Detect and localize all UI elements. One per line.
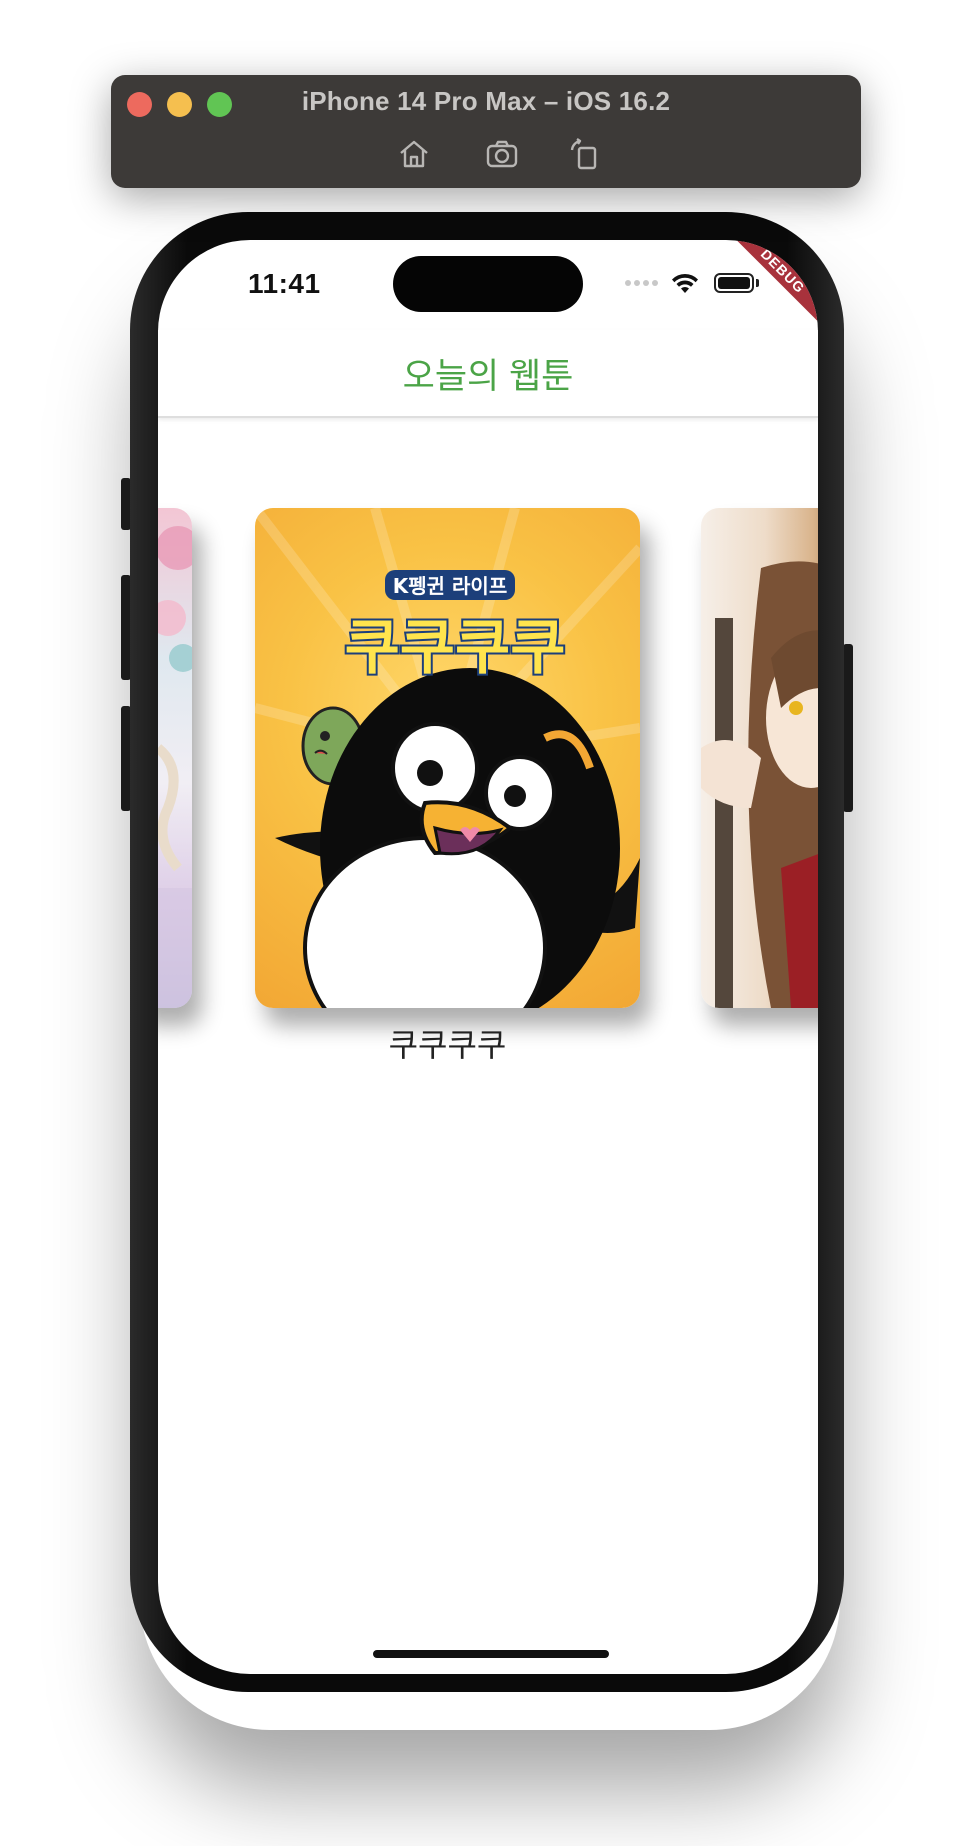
webtoon-card-previous[interactable]: [158, 508, 192, 1008]
screenshot-icon[interactable]: [484, 136, 520, 172]
screen: iPhone 14 Pro Max – iOS 16.2 11:41 DEBUG…: [0, 0, 972, 1846]
webtoon-title: 쿠쿠쿠쿠: [388, 1027, 507, 1063]
webtoon-thumbnail-current: K펭귄 라이프 쿠쿠쿠쿠: [255, 508, 640, 1008]
battery-tip: [756, 279, 759, 287]
cover-title-art: K펭귄 라이프 쿠쿠쿠쿠: [343, 570, 567, 685]
power-button: [843, 644, 853, 812]
webtoon-thumbnail-next: [701, 561, 818, 1008]
status-time: 11:41: [248, 268, 321, 299]
phone-screen: 11:41 DEBUG 오늘의 웹툰 K펭귄 라이프 쿠쿠쿠쿠 쿠쿠쿠쿠: [158, 240, 818, 1674]
app-bar: 오늘의 웹툰: [158, 330, 818, 418]
status-indicators: [625, 270, 759, 296]
wifi-icon: [672, 273, 698, 293]
dynamic-island: [393, 256, 583, 312]
rotate-icon[interactable]: [566, 136, 602, 172]
battery-icon: [714, 273, 754, 293]
webtoon-card-next[interactable]: [701, 508, 818, 1008]
webtoon-thumbnail-previous: [158, 526, 192, 1008]
home-indicator[interactable]: [373, 1650, 609, 1658]
cellular-signal-icon: [625, 280, 658, 286]
cover-title: 쿠쿠쿠쿠: [345, 613, 566, 683]
simulator-title: iPhone 14 Pro Max – iOS 16.2: [301, 86, 671, 116]
home-icon[interactable]: [396, 136, 432, 172]
cover-subtitle: K펭귄 라이프: [393, 574, 507, 598]
webtoon-card-current[interactable]: K펭귄 라이프 쿠쿠쿠쿠: [255, 508, 640, 1008]
page-title: 오늘의 웹툰: [402, 357, 574, 396]
